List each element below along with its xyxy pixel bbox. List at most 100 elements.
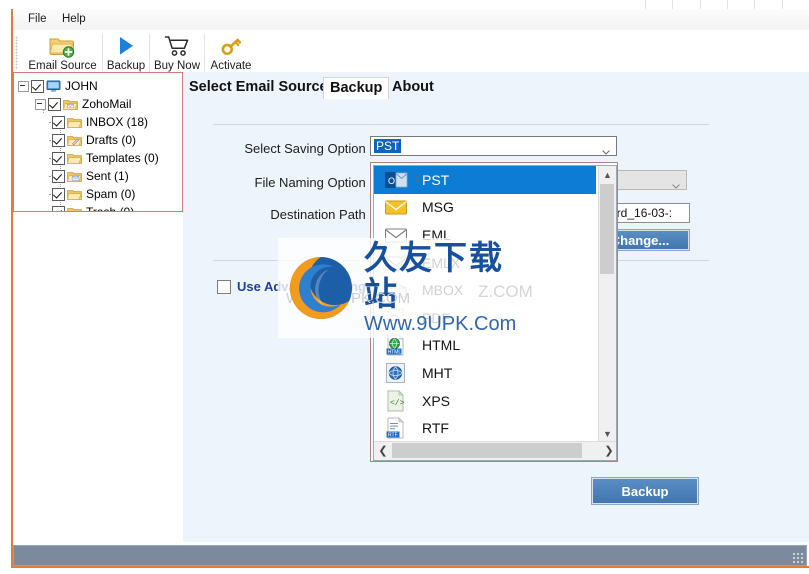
toolbar-label: Email Source bbox=[28, 60, 97, 72]
tree-node-drafts[interactable]: Drafts (0) bbox=[18, 131, 182, 149]
xps-icon: </> bbox=[384, 389, 410, 412]
email-source-tree[interactable]: JOHN ZohoMail INBOX (18) Drafts (0) Temp… bbox=[13, 72, 183, 212]
shopping-cart-icon bbox=[164, 33, 190, 59]
dropdown-item-label: XPS bbox=[422, 392, 451, 409]
resize-grip-icon[interactable] bbox=[792, 552, 803, 563]
dropdown-item-emlx[interactable]: EMLX bbox=[374, 249, 596, 277]
folder-add-icon bbox=[49, 33, 76, 59]
dropdown-item-pst[interactable]: O PST bbox=[374, 166, 596, 194]
dropdown-item-xps[interactable]: </> XPS bbox=[374, 387, 596, 415]
key-icon bbox=[219, 33, 243, 59]
use-advance-settings-row[interactable]: Use Advance Settings bbox=[217, 279, 373, 294]
tree-checkbox[interactable] bbox=[52, 169, 65, 183]
dropdown-item-label: MHT bbox=[422, 364, 453, 381]
tree-node-inbox[interactable]: INBOX (18) bbox=[18, 113, 182, 131]
expander-icon[interactable] bbox=[18, 80, 29, 92]
tree-node-sent[interactable]: Sent (1) bbox=[18, 167, 182, 185]
dropdown-item-label: MBOX bbox=[422, 282, 464, 299]
tree-node-label: Trash (0) bbox=[86, 205, 135, 212]
toolbar-label: Buy Now bbox=[153, 60, 201, 72]
dropdown-item-eml[interactable]: EML bbox=[374, 221, 596, 249]
tree-node-spam[interactable]: Spam (0) bbox=[18, 185, 182, 203]
tree-node-label: Drafts (0) bbox=[86, 133, 137, 147]
tree-checkbox[interactable] bbox=[52, 133, 65, 147]
dropdown-item-label: RTF bbox=[422, 420, 449, 437]
destination-path-value: ard_16-03-: bbox=[610, 206, 673, 220]
toolbar-label: Activate bbox=[210, 60, 252, 72]
tree-node-label: Spam (0) bbox=[86, 187, 136, 201]
scroll-up-icon[interactable]: ▲ bbox=[599, 166, 616, 183]
toolbar-label: Backup bbox=[106, 60, 146, 72]
tree-node-templates[interactable]: Templates (0) bbox=[18, 149, 182, 167]
svg-text:RTF: RTF bbox=[388, 433, 398, 439]
dropdown-item-label: MSG bbox=[422, 199, 454, 216]
html-icon: HTML bbox=[384, 334, 410, 356]
toolbar-button-activate[interactable]: Activate bbox=[205, 31, 257, 75]
tree-node-root[interactable]: JOHN bbox=[18, 77, 182, 95]
backup-action-button[interactable]: Backup bbox=[591, 477, 699, 505]
label-destination-path: Destination Path : bbox=[270, 207, 373, 222]
emlx-envelope-icon bbox=[384, 252, 410, 274]
msg-envelope-icon bbox=[384, 196, 410, 218]
tree-checkbox[interactable] bbox=[52, 151, 65, 165]
divider-top bbox=[213, 124, 709, 125]
dropdown-item-pdf[interactable]: PDF bbox=[374, 304, 596, 332]
tree-checkbox[interactable] bbox=[52, 115, 65, 129]
dropdown-item-mbox[interactable]: MBOX bbox=[374, 276, 596, 304]
menu-file[interactable]: File bbox=[23, 12, 52, 26]
dropdown-item-html[interactable]: HTML HTML bbox=[374, 332, 596, 360]
trash-icon bbox=[67, 206, 82, 211]
toolbar-button-backup[interactable]: Backup bbox=[103, 31, 149, 75]
tab-about[interactable]: About bbox=[386, 77, 440, 98]
tree-node-trash[interactable]: Trash (0) bbox=[18, 203, 182, 212]
dropdown-item-mht[interactable]: MHT bbox=[374, 359, 596, 387]
chevron-down-icon bbox=[602, 144, 610, 155]
menu-bar: File Help bbox=[13, 9, 809, 31]
expander-icon[interactable] bbox=[35, 98, 46, 110]
tree-node-label: Templates (0) bbox=[86, 151, 159, 165]
saving-option-dropdown[interactable]: O PST MSG EML EMLX MBOX PDF HTML HTML MH… bbox=[370, 162, 618, 462]
scroll-left-icon[interactable]: ❮ bbox=[374, 442, 392, 459]
scroll-down-icon[interactable]: ▼ bbox=[599, 425, 616, 442]
application-window: File Help Email Source Backup Buy Now Ac… bbox=[0, 0, 809, 574]
dropdown-scroll-thumb[interactable] bbox=[600, 184, 614, 274]
eml-envelope-icon bbox=[384, 224, 410, 246]
dropdown-vertical-scrollbar[interactable]: ▲ ▼ bbox=[598, 166, 616, 442]
folder-icon bbox=[67, 188, 82, 201]
toolbar-grip[interactable] bbox=[15, 36, 18, 70]
dropdown-item-label: PDF bbox=[422, 309, 450, 326]
tree-node-account[interactable]: ZohoMail bbox=[18, 95, 182, 113]
folder-icon bbox=[67, 152, 82, 165]
dropdown-hscroll-thumb[interactable] bbox=[392, 443, 582, 458]
toolbar-button-buy-now[interactable]: Buy Now bbox=[150, 31, 204, 75]
tree-node-label: INBOX (18) bbox=[86, 115, 149, 129]
tree-checkbox[interactable] bbox=[52, 205, 65, 211]
dropdown-horizontal-scrollbar[interactable]: ❮ ❯ bbox=[374, 441, 616, 460]
tab-select-email-source[interactable]: Select Email Source bbox=[183, 77, 334, 98]
tree-checkbox[interactable] bbox=[52, 187, 65, 201]
computer-icon bbox=[46, 80, 61, 93]
window-bottom-accent bbox=[11, 566, 809, 568]
advance-settings-label: Use Advance Settings bbox=[237, 279, 374, 294]
toolbar: Email Source Backup Buy Now Activate bbox=[13, 30, 809, 76]
dropdown-item-msg[interactable]: MSG bbox=[374, 194, 596, 222]
scroll-right-icon[interactable]: ❯ bbox=[600, 442, 616, 459]
folder-inbox-icon bbox=[67, 116, 82, 129]
svg-text:HTML: HTML bbox=[388, 350, 402, 356]
dropdown-item-label: EML bbox=[422, 226, 451, 243]
select-saving-option-combo[interactable]: PST bbox=[370, 136, 617, 156]
advance-settings-checkbox[interactable] bbox=[217, 279, 231, 294]
label-select-saving-option: Select Saving Option : bbox=[244, 141, 373, 156]
menu-help[interactable]: Help bbox=[57, 12, 91, 26]
toolbar-button-email-source[interactable]: Email Source bbox=[23, 31, 102, 75]
tab-backup[interactable]: Backup bbox=[323, 77, 390, 99]
dropdown-item-label: PST bbox=[422, 171, 450, 188]
tree-checkbox[interactable] bbox=[31, 79, 44, 93]
tree-node-label: JOHN bbox=[65, 79, 98, 93]
dropdown-list[interactable]: O PST MSG EML EMLX MBOX PDF HTML HTML MH… bbox=[374, 166, 596, 442]
rtf-icon: RTF bbox=[384, 417, 410, 439]
tab-strip: Select Email Source Backup About bbox=[183, 77, 809, 105]
tree-checkbox[interactable] bbox=[48, 97, 61, 111]
mht-icon bbox=[384, 362, 410, 384]
dropdown-item-rtf[interactable]: RTF RTF bbox=[374, 414, 596, 442]
